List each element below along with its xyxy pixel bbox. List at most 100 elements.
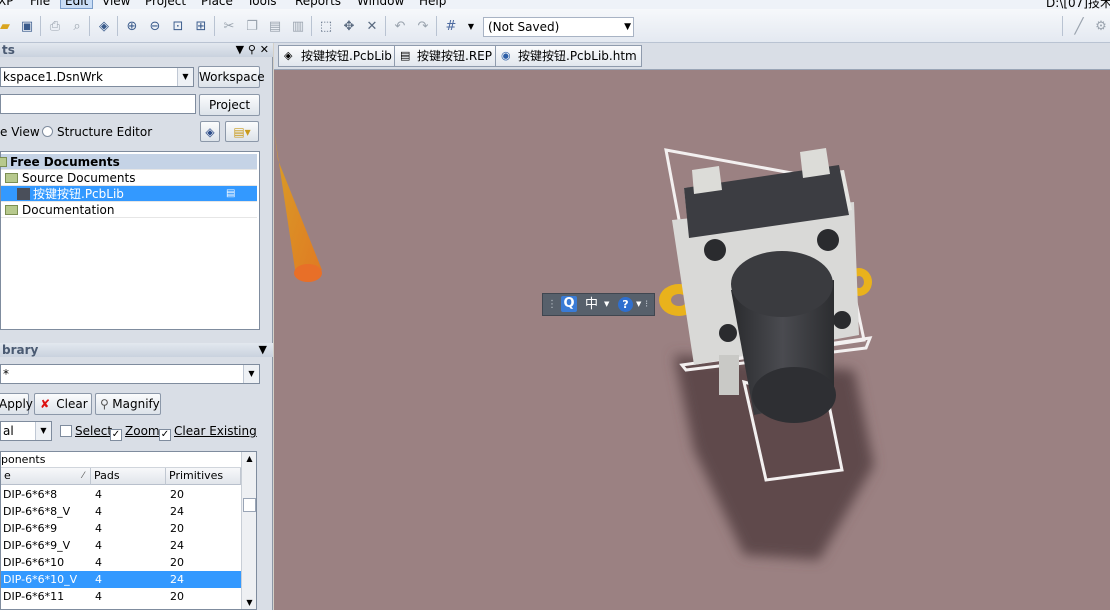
save-status-combo[interactable]: (Not Saved) ▼ bbox=[483, 17, 634, 37]
table-cell-primitives: 24 bbox=[170, 505, 184, 518]
ime-toolbar: ⋮⋮ Q 中 ▼ ? ▼ ⁝ bbox=[542, 293, 655, 316]
ime-mode-label[interactable]: 中 bbox=[585, 294, 598, 315]
table-cell-name: DIP-6*6*8_V bbox=[3, 505, 71, 518]
project-input[interactable] bbox=[0, 94, 196, 114]
column-header-pads[interactable]: Pads bbox=[91, 468, 166, 485]
menu-place[interactable]: Place bbox=[201, 0, 233, 8]
mask-mode-value: al bbox=[3, 424, 14, 438]
chevron-down-icon: ▼ bbox=[35, 422, 51, 440]
layer-stack-icon[interactable]: ◈ bbox=[95, 17, 113, 35]
copy-icon[interactable]: ❐ bbox=[243, 17, 261, 35]
table-cell-pads: 4 bbox=[95, 573, 102, 586]
open-folder-icon[interactable]: ▰ bbox=[0, 17, 14, 35]
vertical-scrollbar[interactable]: ▲ ▼ bbox=[241, 452, 256, 609]
zoom-in-icon[interactable]: ⊕ bbox=[123, 17, 141, 35]
select-area-icon[interactable]: ⬚ bbox=[317, 17, 335, 35]
column-header-primitives[interactable]: Primitives bbox=[166, 468, 241, 485]
table-row[interactable]: DIP-6*6*9_V 4 24 bbox=[1, 537, 241, 554]
deselect-icon[interactable]: ✕ bbox=[363, 17, 381, 35]
clear-existing-checkbox[interactable]: ✓ Clear Existing bbox=[159, 424, 257, 441]
project-layers-icon[interactable]: ◈ bbox=[200, 121, 220, 142]
table-row[interactable]: DIP-6*6*8_V 4 24 bbox=[1, 503, 241, 520]
project-button[interactable]: Project bbox=[199, 94, 260, 116]
library-filter-value: * bbox=[3, 367, 9, 381]
gear-icon[interactable]: ⚙ bbox=[1092, 17, 1110, 35]
table-row[interactable]: DIP-6*6*9 4 20 bbox=[1, 520, 241, 537]
redo-icon[interactable]: ↷ bbox=[414, 17, 432, 35]
path-display: D:\[07]技术 bbox=[1046, 0, 1110, 9]
file-view-radio[interactable]: e View bbox=[0, 125, 40, 139]
table-cell-name: DIP-6*6*9 bbox=[3, 522, 58, 535]
menu-window[interactable]: Window bbox=[357, 0, 404, 8]
chevron-down-icon: ▼ bbox=[243, 365, 259, 383]
zoom-checkbox[interactable]: ✓ Zoom bbox=[110, 424, 160, 441]
library-filter-combo[interactable]: * ▼ bbox=[0, 364, 260, 384]
zoom-area-icon[interactable]: ⊡ bbox=[169, 17, 187, 35]
table-row[interactable]: DIP-6*6*10 4 20 bbox=[1, 554, 241, 571]
tree-item-documentation[interactable]: Documentation bbox=[1, 202, 257, 218]
print-icon[interactable]: ⎙ bbox=[46, 17, 64, 35]
ime-logo-icon[interactable]: Q bbox=[561, 296, 577, 312]
menu-dxp[interactable]: XP bbox=[0, 0, 13, 8]
menu-edit[interactable]: Edit bbox=[60, 0, 94, 9]
3d-viewport[interactable]: ⋮⋮ Q 中 ▼ ? ▼ ⁝ bbox=[274, 70, 1110, 610]
line-icon[interactable]: ╱ bbox=[1070, 17, 1088, 35]
chevron-down-icon[interactable]: ▼ bbox=[604, 294, 609, 315]
structure-editor-radio[interactable]: Structure Editor bbox=[42, 125, 152, 139]
zoom-fit-icon[interactable]: ⊞ bbox=[192, 17, 210, 35]
move-icon[interactable]: ✥ bbox=[340, 17, 358, 35]
menu-dots-icon[interactable]: ⁝ bbox=[645, 294, 648, 315]
tree-item-free-documents[interactable]: Free Documents bbox=[0, 154, 257, 170]
scroll-up-icon[interactable]: ▲ bbox=[243, 454, 256, 465]
save-icon[interactable]: ▣ bbox=[18, 17, 36, 35]
column-header-name[interactable]: e ⁄ bbox=[1, 468, 91, 485]
tab-pcblib[interactable]: ◈ 按键按钮.PcbLib bbox=[278, 45, 397, 67]
rubber-stamp-icon[interactable]: ▥ bbox=[289, 17, 307, 35]
grid-dropdown-icon[interactable]: ▼ bbox=[462, 17, 480, 35]
mask-mode-combo[interactable]: al ▼ bbox=[0, 421, 52, 441]
project-options-icon[interactable]: ▤▾ bbox=[225, 121, 259, 142]
panel-menu-icon[interactable]: ▼ bbox=[259, 343, 267, 357]
table-cell-primitives: 24 bbox=[170, 573, 184, 586]
menu-file[interactable]: File bbox=[30, 0, 50, 8]
help-icon[interactable]: ? bbox=[618, 297, 633, 312]
chevron-down-icon[interactable]: ▼ bbox=[636, 294, 641, 315]
3d-model-view bbox=[274, 130, 874, 560]
table-row[interactable]: DIP-6*6*8 4 20 bbox=[1, 486, 241, 503]
menu-tools[interactable]: Tools bbox=[247, 0, 277, 8]
clear-button[interactable]: ✘ Clear bbox=[34, 393, 92, 415]
pin-icon[interactable]: ⚲ bbox=[248, 43, 256, 56]
tree-item-source-documents[interactable]: Source Documents bbox=[1, 170, 257, 186]
paste-icon[interactable]: ▤ bbox=[266, 17, 284, 35]
workspace-combo[interactable]: kspace1.DsnWrk ▼ bbox=[0, 67, 194, 87]
select-checkbox[interactable]: Select bbox=[60, 424, 112, 438]
tab-rep[interactable]: ▤ 按键按钮.REP bbox=[394, 45, 497, 67]
pcb-library-icon bbox=[17, 188, 30, 200]
workspace-button[interactable]: Workspace bbox=[198, 66, 265, 88]
print-preview-icon[interactable]: ⌕ bbox=[68, 17, 86, 35]
tab-htm[interactable]: ◉ 按键按钮.PcbLib.htm bbox=[495, 45, 642, 67]
cut-icon[interactable]: ✂ bbox=[220, 17, 238, 35]
scroll-down-icon[interactable]: ▼ bbox=[243, 598, 256, 609]
table-row[interactable]: DIP-6*6*11 4 20 bbox=[1, 588, 241, 605]
close-icon[interactable]: ✕ bbox=[260, 43, 269, 56]
workspace-combo-value: kspace1.DsnWrk bbox=[3, 70, 103, 84]
apply-button[interactable]: Apply bbox=[0, 393, 33, 415]
grid-icon[interactable]: # bbox=[442, 17, 460, 35]
magnify-button[interactable]: ⚲ Magnify bbox=[95, 393, 161, 415]
table-row[interactable]: DIP-6*6*10_V 4 24 bbox=[1, 571, 241, 588]
project-tree: Free Documents Source Documents 按键按钮.Pcb… bbox=[0, 151, 260, 330]
save-status-value: (Not Saved) bbox=[488, 20, 560, 34]
menu-reports[interactable]: Reports bbox=[295, 0, 341, 8]
table-cell-pads: 4 bbox=[95, 505, 102, 518]
projects-panel-title: ts bbox=[2, 43, 15, 57]
scroll-thumb[interactable] bbox=[243, 498, 256, 512]
zoom-out-icon[interactable]: ⊖ bbox=[146, 17, 164, 35]
tree-item-pcblib[interactable]: 按键按钮.PcbLib ▤ bbox=[1, 186, 257, 202]
menu-help[interactable]: Help bbox=[419, 0, 446, 8]
undo-icon[interactable]: ↶ bbox=[391, 17, 409, 35]
panel-menu-icon[interactable]: ▼ bbox=[236, 43, 244, 56]
document-tabs: ◈ 按键按钮.PcbLib ▤ 按键按钮.REP ◉ 按键按钮.PcbLib.htm bbox=[274, 43, 1110, 70]
menu-view[interactable]: View bbox=[102, 0, 130, 8]
menu-project[interactable]: Project bbox=[145, 0, 186, 8]
